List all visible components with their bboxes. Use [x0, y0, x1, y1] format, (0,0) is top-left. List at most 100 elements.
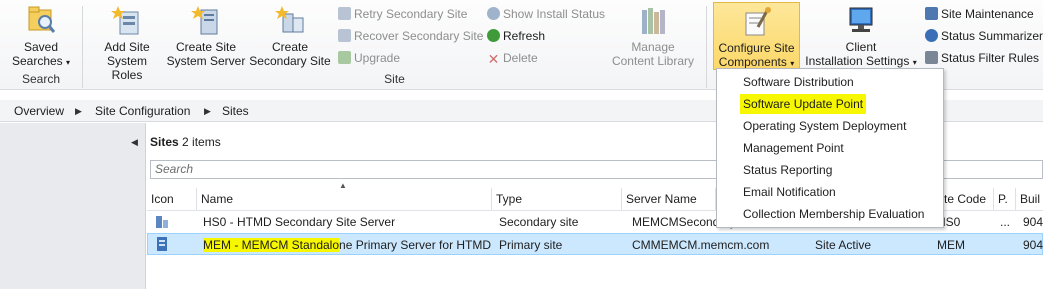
table-row-selected[interactable]: MEM - MEMCM Standalone Primary Server fo… — [147, 233, 1043, 255]
row-name-highlighted: MEM - MEMCM Standalo — [203, 238, 340, 252]
status-filter-rules-icon — [925, 51, 938, 64]
client-computer-icon — [844, 4, 878, 36]
search-group-label: Search — [21, 72, 61, 86]
row-build: 904 — [1023, 215, 1043, 229]
list-title: Sites — [150, 135, 179, 149]
upgrade-button[interactable]: Upgrade — [338, 48, 400, 68]
create-secondary-site-label-2: Secondary Site — [249, 54, 331, 68]
info-icon — [487, 7, 500, 20]
status-summarizers-label: Status Summarizers — [941, 29, 1043, 43]
row-type: Primary site — [499, 238, 563, 252]
saved-searches-icon — [24, 4, 58, 36]
row-name: MEM - MEMCM Standalone Primary Server fo… — [203, 234, 491, 256]
column-header-type[interactable]: Type — [492, 188, 622, 210]
status-summarizers-icon — [925, 29, 938, 42]
show-install-status-label: Show Install Status — [503, 7, 606, 21]
secondary-site-icon — [273, 4, 307, 36]
menu-item-software-update-point[interactable]: Software Update Point — [740, 94, 867, 114]
status-summarizers-button[interactable]: Status Summarizers — [925, 26, 1043, 46]
breadcrumb-site-configuration[interactable]: Site Configuration — [95, 100, 190, 122]
create-secondary-site-label-1: Create — [271, 40, 309, 54]
saved-searches-label-2: Searches — [11, 54, 63, 68]
saved-searches-button[interactable]: Saved Searches ▾ — [6, 2, 76, 72]
row-name: HS0 - HTMD Secondary Site Server — [203, 215, 396, 229]
recover-icon — [338, 29, 351, 42]
dropdown-arrow-icon: ▾ — [912, 58, 917, 67]
column-header-p[interactable]: P. — [994, 188, 1016, 210]
client-installation-settings-label-2: Installation Settings — [805, 54, 910, 68]
recover-secondary-site-label: Recover Secondary Site — [354, 29, 484, 43]
column-header-build[interactable]: Buil — [1016, 188, 1043, 210]
navigation-pane — [0, 123, 146, 289]
configure-site-components-label-1: Configure Site — [718, 41, 795, 55]
configure-site-components-button[interactable]: Configure Site Components ▾ — [713, 2, 800, 70]
menu-item-status-reporting[interactable]: Status Reporting — [743, 160, 832, 180]
row-p: ... — [1000, 215, 1011, 229]
create-secondary-site-button[interactable]: Create Secondary Site — [249, 2, 331, 72]
menu-item-management-point[interactable]: Management Point — [743, 138, 844, 158]
column-header-server-name[interactable]: Server Name — [622, 188, 716, 210]
manage-content-library-label-2: Content Library — [611, 54, 695, 68]
menu-item-software-distribution[interactable]: Software Distribution — [743, 72, 854, 92]
create-server-icon — [189, 4, 223, 36]
manage-content-library-button[interactable]: Manage Content Library — [608, 2, 698, 72]
delete-button[interactable]: ✕ Delete — [487, 48, 538, 68]
add-site-system-roles-label-2: System Roles — [106, 54, 147, 82]
row-name-rest: ne Primary Server for HTMD — [339, 238, 492, 252]
menu-item-email-notification[interactable]: Email Notification — [743, 182, 836, 202]
row-server: CMMEMCM.memcm.com — [632, 238, 770, 252]
refresh-button[interactable]: Refresh — [487, 26, 545, 46]
collapse-pane-icon[interactable]: ◀ — [131, 137, 138, 148]
breadcrumb-arrow-icon[interactable]: ▶ — [75, 100, 82, 122]
list-header-title: Sites 2 items — [150, 135, 221, 149]
column-header-site-code[interactable]: te Code — [944, 188, 994, 210]
retry-secondary-site-label: Retry Secondary Site — [354, 7, 468, 21]
recover-secondary-site-button[interactable]: Recover Secondary Site — [338, 26, 483, 46]
status-filter-rules-label: Status Filter Rules — [941, 51, 1040, 65]
breadcrumb-sites[interactable]: Sites — [222, 100, 249, 122]
retry-secondary-site-button[interactable]: Retry Secondary Site — [338, 4, 467, 24]
row-state: Site Active — [815, 238, 872, 252]
menu-item-operating-system-deployment[interactable]: Operating System Deployment — [743, 116, 906, 136]
create-site-system-server-button[interactable]: Create Site System Server — [166, 2, 246, 72]
configure-components-menu: Software Distribution Software Update Po… — [716, 68, 944, 228]
primary-site-icon — [154, 236, 170, 259]
row-type: Secondary site — [499, 215, 579, 229]
status-filter-rules-button[interactable]: Status Filter Rules — [925, 48, 1039, 68]
site-maintenance-label: Site Maintenance — [941, 7, 1034, 21]
sccm-console: Saved Searches ▾ Search Site Add Site Sy… — [0, 0, 1043, 289]
site-maintenance-button[interactable]: Site Maintenance — [925, 4, 1034, 24]
add-site-system-roles-button[interactable]: Add Site System Roles — [90, 2, 164, 82]
group-separator — [706, 6, 707, 88]
dropdown-arrow-icon: ▾ — [66, 58, 71, 67]
delete-label: Delete — [503, 51, 538, 65]
retry-icon — [338, 7, 351, 20]
site-group-label: Site — [384, 72, 405, 86]
breadcrumb-overview[interactable]: Overview — [14, 100, 64, 122]
configure-components-icon — [740, 5, 774, 37]
client-installation-settings-label-1: Client — [845, 40, 877, 54]
refresh-label: Refresh — [503, 29, 546, 43]
create-site-system-server-label-1: Create Site — [175, 40, 237, 54]
content-library-icon — [636, 4, 670, 36]
add-site-system-roles-label-1: Add Site — [104, 40, 150, 54]
ribbon-group-search: Saved Searches ▾ Search — [0, 0, 82, 90]
saved-searches-label-1: Saved — [23, 40, 59, 54]
column-header-icon[interactable]: Icon — [147, 188, 197, 210]
dropdown-arrow-icon: ▾ — [790, 59, 795, 68]
refresh-icon — [487, 29, 500, 42]
menu-item-collection-membership-evaluation[interactable]: Collection Membership Evaluation — [743, 204, 924, 224]
site-maintenance-icon — [925, 7, 938, 20]
row-site-code: MEM — [937, 238, 965, 252]
configure-site-components-label-2: Components — [718, 55, 787, 69]
column-header-name[interactable]: Name — [197, 188, 492, 210]
client-installation-settings-button[interactable]: Client Installation Settings ▾ — [802, 2, 920, 72]
create-site-system-server-label-2: System Server — [166, 54, 246, 68]
upgrade-label: Upgrade — [354, 51, 401, 65]
manage-content-library-label-1: Manage — [631, 40, 675, 54]
row-build: 904 — [1023, 238, 1043, 252]
upgrade-icon — [338, 51, 351, 64]
show-install-status-button[interactable]: Show Install Status — [487, 4, 605, 24]
add-roles-icon — [110, 4, 144, 36]
breadcrumb-arrow-icon[interactable]: ▶ — [204, 100, 211, 122]
